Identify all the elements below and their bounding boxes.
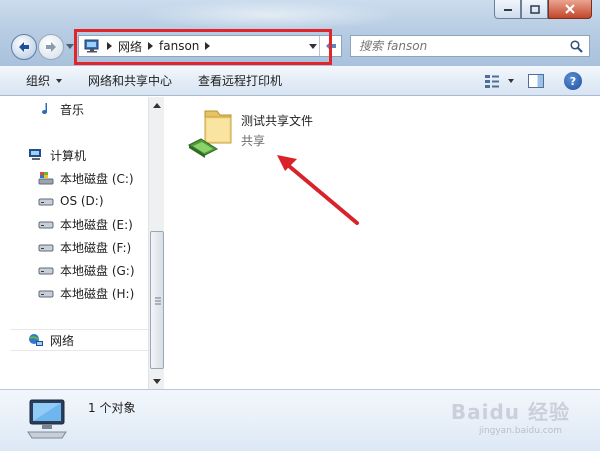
minimize-icon xyxy=(503,9,512,11)
network-icon xyxy=(84,39,99,53)
breadcrumb-separator[interactable] xyxy=(148,42,154,50)
preview-pane-icon[interactable] xyxy=(528,74,544,88)
change-view-icon[interactable] xyxy=(484,74,500,88)
help-icon[interactable]: ? xyxy=(564,72,582,90)
maximize-button[interactable] xyxy=(521,0,548,19)
window-controls xyxy=(494,0,592,19)
title-glass-reflection xyxy=(140,0,400,30)
sidebar-item-label: OS (D:) xyxy=(60,194,104,208)
sidebar-item-label: 本地磁盘 (G:) xyxy=(60,263,135,278)
organize-menu[interactable]: 组织 xyxy=(26,72,63,89)
search-icon[interactable] xyxy=(570,40,583,53)
drive-icon xyxy=(38,198,54,206)
address-bar[interactable]: 网络 fanson xyxy=(78,35,342,57)
maximize-icon xyxy=(529,4,540,14)
sidebar-item-label: 网络 xyxy=(50,333,75,348)
drive-icon xyxy=(38,221,54,229)
sidebar-item-computer[interactable]: 计算机 xyxy=(28,145,86,165)
shared-folder-type: 共享 xyxy=(241,134,266,148)
item-count: 1 个对象 xyxy=(88,401,136,415)
navigation-scrollbar[interactable] xyxy=(148,97,164,389)
sidebar-item-drive-g[interactable]: 本地磁盘 (G:) xyxy=(38,260,135,280)
music-note-icon xyxy=(42,103,48,115)
sidebar-item-drive-d[interactable]: OS (D:) xyxy=(38,191,104,211)
watermark-logo: Baidu 经验 xyxy=(450,400,570,424)
scroll-down-button[interactable] xyxy=(149,373,165,389)
search-box[interactable] xyxy=(350,35,590,57)
sidebar-item-label: 本地磁盘 (H:) xyxy=(60,286,135,301)
organize-label: 组织 xyxy=(26,74,51,88)
sidebar-item-label: 本地磁盘 (E:) xyxy=(60,217,133,232)
back-button[interactable] xyxy=(11,34,37,60)
computer-icon xyxy=(27,399,67,439)
view-options-dropdown[interactable] xyxy=(508,79,514,83)
breadcrumb-separator[interactable] xyxy=(205,42,211,50)
drive-icon xyxy=(38,267,54,275)
scroll-thumb[interactable] xyxy=(150,231,164,369)
computer-icon xyxy=(29,149,41,160)
view-remote-printers-button[interactable]: 查看远程打印机 xyxy=(198,72,282,89)
back-arrow-icon xyxy=(19,42,29,52)
breadcrumb-fanson[interactable]: fanson xyxy=(159,39,199,53)
refresh-button[interactable] xyxy=(319,36,341,56)
chevron-up-icon xyxy=(153,102,161,108)
sidebar-item-drive-e[interactable]: 本地磁盘 (E:) xyxy=(38,214,133,234)
forward-button[interactable] xyxy=(38,34,64,60)
drive-icon xyxy=(38,290,54,298)
search-input[interactable] xyxy=(359,39,559,53)
shared-folder-icon xyxy=(187,110,232,158)
minimize-button[interactable] xyxy=(494,0,521,19)
sidebar-item-label: 计算机 xyxy=(50,148,87,163)
sidebar-item-label: 本地磁盘 (F:) xyxy=(60,240,132,255)
content-area: 测试共享文件 共享 xyxy=(165,97,600,389)
sidebar-item-music[interactable]: 音乐 xyxy=(38,99,84,119)
details-pane: 1 个对象 Baidu 经验 jingyan.baidu.com xyxy=(0,389,600,451)
sidebar-item-label: 音乐 xyxy=(60,102,85,117)
forward-arrow-icon xyxy=(46,42,56,52)
command-bar: 组织 网络和共享中心 查看远程打印机 ? xyxy=(0,66,600,96)
view-remote-printers-label: 查看远程打印机 xyxy=(198,74,283,88)
network-sharing-center-button[interactable]: 网络和共享中心 xyxy=(88,72,172,89)
sidebar-item-drive-f[interactable]: 本地磁盘 (F:) xyxy=(38,237,131,257)
network-icon xyxy=(29,334,43,346)
sidebar-item-label: 本地磁盘 (C:) xyxy=(60,171,134,186)
address-history-dropdown[interactable] xyxy=(309,44,317,49)
drive-icon xyxy=(38,244,54,252)
scroll-up-button[interactable] xyxy=(149,97,165,113)
close-button[interactable] xyxy=(548,0,592,19)
watermark-url: jingyan.baidu.com xyxy=(478,426,562,436)
chevron-down-icon xyxy=(153,378,161,384)
sidebar-item-drive-h[interactable]: 本地磁盘 (H:) xyxy=(38,283,134,303)
toolbar-right-group: ? xyxy=(484,72,582,90)
sidebar-item-network[interactable]: 网络 xyxy=(28,330,74,350)
breadcrumb-network[interactable]: 网络 xyxy=(118,38,142,55)
red-arrow-annotation xyxy=(277,155,359,225)
refresh-icon xyxy=(325,42,336,50)
grip-icon xyxy=(155,297,161,305)
navigation-pane: 音乐 计算机 本地磁盘 (C:) OS (D:) 本地磁盘 (E:) 本地磁盘 … xyxy=(10,97,148,389)
sidebar-item-drive-c[interactable]: 本地磁盘 (C:) xyxy=(38,168,134,188)
network-sharing-center-label: 网络和共享中心 xyxy=(88,74,173,88)
shared-folder-name: 测试共享文件 xyxy=(241,114,314,128)
system-drive-icon xyxy=(38,172,54,185)
chevron-down-icon xyxy=(56,78,63,83)
recent-pages-dropdown[interactable] xyxy=(66,44,74,49)
title-bar: 网络 fanson xyxy=(0,0,600,66)
close-icon xyxy=(565,4,575,14)
breadcrumb-separator[interactable] xyxy=(107,42,112,50)
